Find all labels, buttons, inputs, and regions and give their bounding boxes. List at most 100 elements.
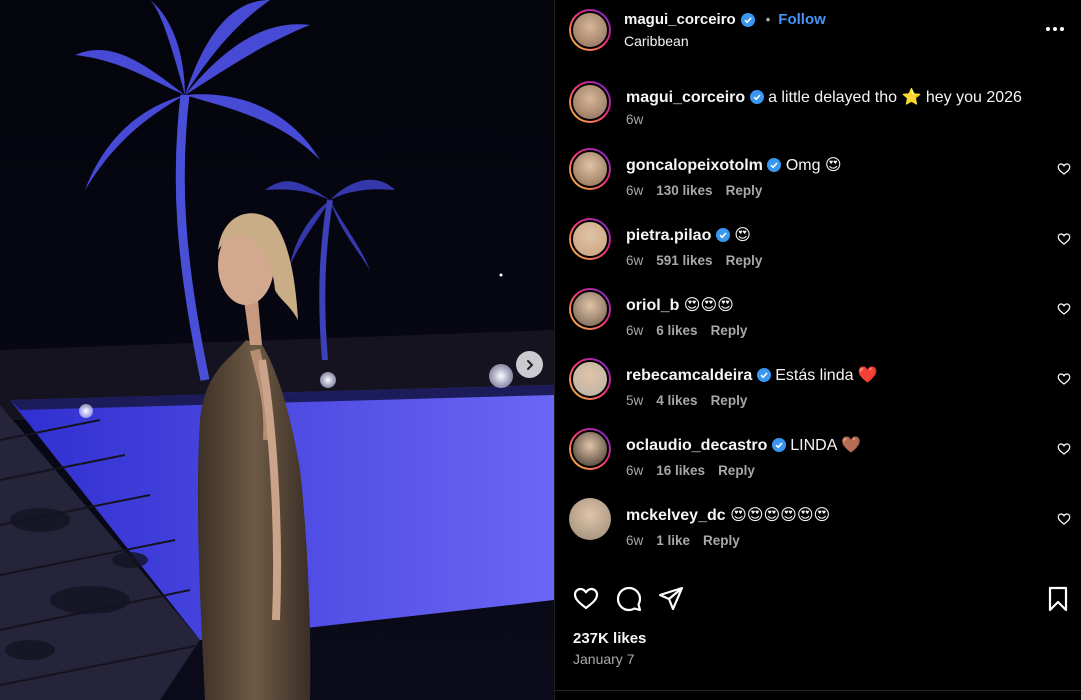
reply-button[interactable]: Reply xyxy=(718,463,755,478)
comment-age: 6w xyxy=(626,323,644,338)
verified-badge-icon xyxy=(740,12,755,27)
comment-likes[interactable]: 4 likes xyxy=(656,393,697,408)
heart-icon[interactable] xyxy=(1057,372,1071,386)
comment-likes[interactable]: 6 likes xyxy=(656,323,697,338)
share-icon[interactable] xyxy=(657,585,685,613)
comment-row: rebecamcaldeira Estás linda ❤️ 5w 4 likes R… xyxy=(555,358,1081,429)
verified-badge-icon xyxy=(771,438,786,452)
commenter-avatar[interactable] xyxy=(569,288,611,330)
commenter-avatar[interactable] xyxy=(569,428,611,470)
comment-username[interactable]: rebecamcaldeira xyxy=(626,367,752,384)
comment-text-line: mckelvey_dc 😍😍😍😍😍😍 xyxy=(626,505,830,525)
verified-badge-icon xyxy=(715,228,730,242)
verified-badge-icon xyxy=(756,368,771,382)
comment-age: 6w xyxy=(626,183,644,198)
save-bookmark-icon[interactable] xyxy=(1044,585,1072,613)
caption-row: magui_corceiro a little delayed tho ⭐ he… xyxy=(555,81,1081,151)
comment-text: Omg 😍 xyxy=(785,157,842,174)
reply-button[interactable]: Reply xyxy=(726,253,763,268)
post-location[interactable]: Caribbean xyxy=(624,33,689,49)
verified-badge-icon xyxy=(767,158,782,172)
post-photo xyxy=(0,0,554,700)
comment-row: mckelvey_dc 😍😍😍😍😍😍 6w 1 like Reply xyxy=(555,498,1081,569)
comment-meta: 6w 591 likes Reply xyxy=(626,253,762,268)
commenter-avatar-image xyxy=(571,430,609,468)
commenter-avatar-image xyxy=(571,290,609,328)
commenter-avatar-image xyxy=(571,360,609,398)
comment-likes[interactable]: 130 likes xyxy=(656,183,712,198)
comment-meta: 6w 1 like Reply xyxy=(626,533,740,548)
reply-button[interactable]: Reply xyxy=(726,183,763,198)
comment-meta: 6w 6 likes Reply xyxy=(626,323,747,338)
comment-age: 6w xyxy=(626,533,644,548)
caption-text-line: magui_corceiro a little delayed tho ⭐ he… xyxy=(626,87,1022,107)
heart-icon[interactable] xyxy=(1057,162,1071,176)
comment-row: oriol_b 😍😍😍 6w 6 likes Reply xyxy=(555,288,1081,359)
reply-button[interactable]: Reply xyxy=(711,393,748,408)
heart-icon[interactable] xyxy=(1057,302,1071,316)
comment-row: oclaudio_decastro LINDA 🤎 6w 16 likes Reply xyxy=(555,428,1081,499)
comment-row: pietra.pilao 😍 6w 591 likes Reply xyxy=(555,218,1081,289)
comment-text: 😍😍😍 xyxy=(683,297,734,314)
comment-meta: 6w 16 likes Reply xyxy=(626,463,755,478)
next-photo-button[interactable] xyxy=(516,351,543,378)
post-date: January 7 xyxy=(573,651,635,667)
comment-row: goncalopeixotolm Omg 😍 6w 130 likes Reply xyxy=(555,148,1081,219)
commenter-avatar-image xyxy=(569,498,611,540)
author-avatar[interactable] xyxy=(569,9,611,51)
photo-scene xyxy=(0,0,554,700)
reply-button[interactable]: Reply xyxy=(703,533,740,548)
action-bar xyxy=(555,585,1081,615)
heart-icon[interactable] xyxy=(1057,442,1071,456)
comment-text: 😍😍😍😍😍😍 xyxy=(730,507,831,524)
comment-age: 6w xyxy=(626,253,644,268)
comment-meta: 6w 130 likes Reply xyxy=(626,183,762,198)
commenter-avatar-image xyxy=(571,220,609,258)
verified-badge-icon xyxy=(749,90,764,104)
follow-button[interactable]: Follow xyxy=(778,11,826,28)
post-side-panel: magui_corceiro • Follow Caribbean magui_… xyxy=(554,0,1081,700)
heart-icon[interactable] xyxy=(1057,232,1071,246)
commenter-avatar[interactable] xyxy=(569,498,611,540)
author-line: magui_corceiro • Follow xyxy=(624,11,826,28)
caption-age: 6w xyxy=(626,112,644,127)
comment-age: 6w xyxy=(626,463,644,478)
comment-text: 😍 xyxy=(734,227,751,244)
comment-likes[interactable]: 591 likes xyxy=(656,253,712,268)
comment-username[interactable]: goncalopeixotolm xyxy=(626,157,763,174)
comment-text-line: oclaudio_decastro LINDA 🤎 xyxy=(626,435,861,455)
caption-meta: 6w xyxy=(626,112,643,127)
comment-text-line: oriol_b 😍😍😍 xyxy=(626,295,734,315)
separator-dot: • xyxy=(765,12,771,27)
caption-text: a little delayed tho ⭐ hey you 2026 xyxy=(768,89,1022,106)
commenter-avatar[interactable] xyxy=(569,218,611,260)
next-chevron-icon xyxy=(526,359,533,370)
commenter-avatar-image xyxy=(571,150,609,188)
panel-divider xyxy=(555,690,1081,691)
comment-text: Estás linda ❤️ xyxy=(775,367,878,384)
author-username[interactable]: magui_corceiro xyxy=(624,11,736,28)
commenter-avatar[interactable] xyxy=(569,148,611,190)
post-header: magui_corceiro • Follow Caribbean xyxy=(555,0,1081,62)
like-icon[interactable] xyxy=(572,585,600,613)
comment-meta: 5w 4 likes Reply xyxy=(626,393,747,408)
comment-username[interactable]: oclaudio_decastro xyxy=(626,437,767,454)
comment-username[interactable]: mckelvey_dc xyxy=(626,507,726,524)
more-options-icon[interactable] xyxy=(1046,22,1066,36)
comment-text-line: goncalopeixotolm Omg 😍 xyxy=(626,155,842,175)
comment-likes[interactable]: 1 like xyxy=(656,533,690,548)
reply-button[interactable]: Reply xyxy=(711,323,748,338)
caption-username[interactable]: magui_corceiro xyxy=(626,89,745,106)
comment-text-line: pietra.pilao 😍 xyxy=(626,225,751,245)
commenter-avatar[interactable] xyxy=(569,358,611,400)
comment-text: LINDA 🤎 xyxy=(790,437,861,454)
likes-count[interactable]: 237K likes xyxy=(573,630,646,647)
comment-username[interactable]: oriol_b xyxy=(626,297,679,314)
comment-text-line: rebecamcaldeira Estás linda ❤️ xyxy=(626,365,878,385)
comment-likes[interactable]: 16 likes xyxy=(656,463,705,478)
comment-icon[interactable] xyxy=(615,585,643,613)
comment-username[interactable]: pietra.pilao xyxy=(626,227,711,244)
comment-age: 5w xyxy=(626,393,644,408)
caption-avatar[interactable] xyxy=(569,81,611,123)
heart-icon[interactable] xyxy=(1057,512,1071,526)
